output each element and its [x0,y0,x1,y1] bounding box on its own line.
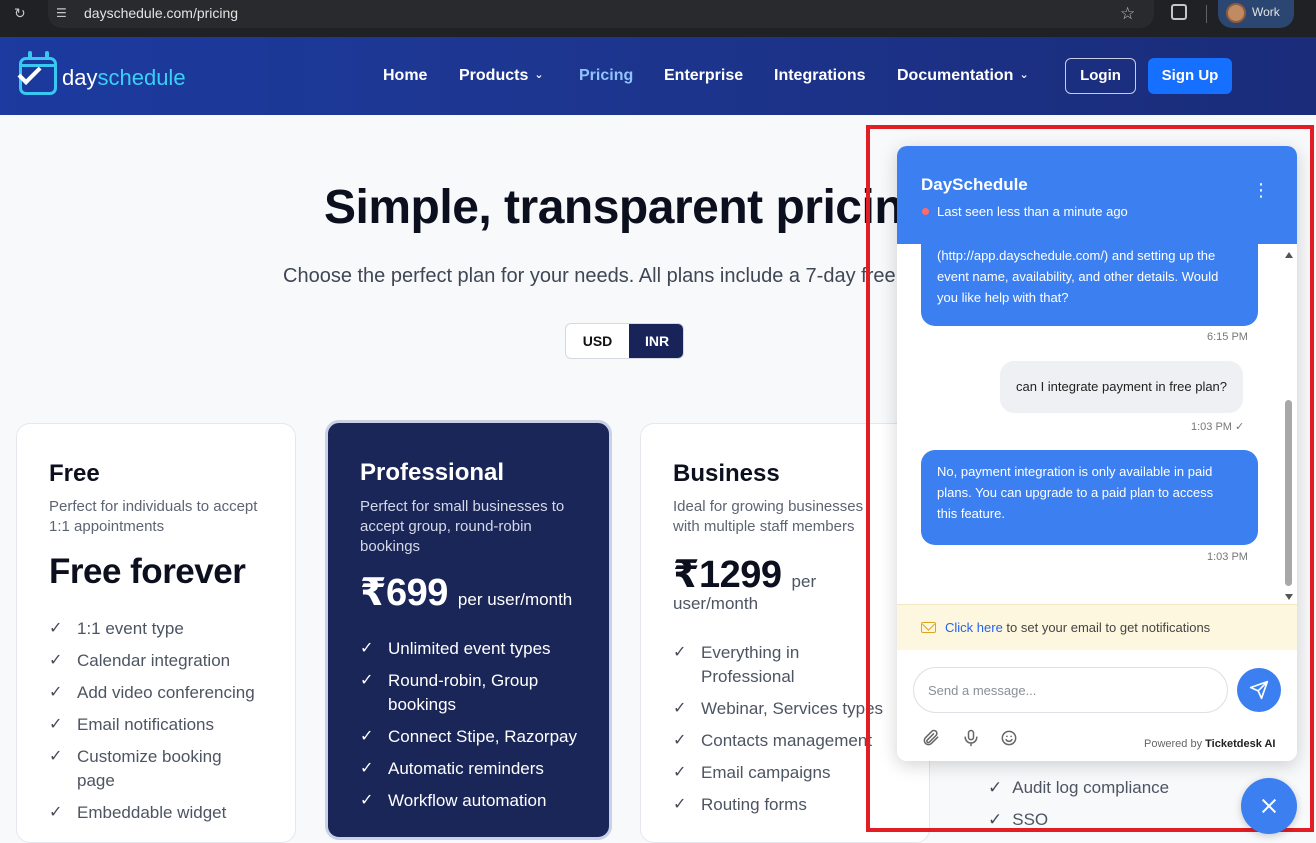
bot-message: No, payment integration is only availabl… [921,450,1258,545]
currency-usd-option[interactable]: USD [566,324,629,358]
chat-title: DaySchedule [921,175,1028,194]
plan-name: Professional [360,459,505,486]
powered-by: Powered by Ticketdesk AI [1144,738,1276,750]
plan-price: Free forever [49,552,246,591]
send-icon [1249,680,1269,700]
signup-button[interactable]: Sign Up [1148,58,1232,94]
plan-description: Perfect for individuals to accept 1:1 app… [49,498,258,535]
plan-description: Ideal for growing businesses with multipl… [673,498,864,535]
check-icon: ✓ [360,792,374,809]
chevron-down-icon: ⌄ [534,69,544,81]
nav-integrations[interactable]: Integrations [774,67,866,85]
message-time: 6:15 PM [1207,331,1248,343]
chat-messages[interactable]: (http://app.dayschedule.com/) and settin… [897,244,1297,604]
browser-toolbar: ↻ ☰ dayschedule.com/pricing ☆ Work [0,0,1316,37]
extensions-icon[interactable] [1171,4,1187,20]
check-icon: ✓ [49,716,63,733]
check-icon: ✓ [673,796,687,813]
scroll-down-arrow-icon[interactable] [1285,594,1293,600]
chat-header: DaySchedule Last seen less than a minute… [897,146,1297,244]
send-button[interactable] [1237,668,1281,712]
plan-card-professional: Professional Perfect for small businesse… [325,420,612,840]
site-settings-icon[interactable]: ☰ [56,6,72,22]
nav-products[interactable]: Products ⌄ [459,67,544,85]
profile-avatar[interactable] [1226,3,1246,23]
check-icon: ✓ [49,684,63,701]
message-time: 1:03 PM ✓ [1191,421,1245,433]
toolbar-divider [1206,5,1207,23]
mail-icon [921,622,936,633]
bot-message: (http://app.dayschedule.com/) and settin… [921,244,1258,326]
user-message: can I integrate payment in free plan? [1000,361,1244,413]
currency-inr-option[interactable]: INR [629,324,683,358]
nav-documentation[interactable]: Documentation ⌄ [897,67,1029,85]
chat-composer: Powered by Ticketdesk AI [897,650,1297,761]
chevron-down-icon: ⌄ [1019,69,1029,81]
logo-wordmark[interactable]: dayschedule [62,65,186,91]
plan-name: Business [673,460,780,487]
plan-price: ₹1299 per [673,554,817,596]
bookmark-star-icon[interactable]: ☆ [1120,4,1135,24]
message-time: 1:03 PM [1207,551,1248,563]
currency-toggle: USD INR [565,323,684,359]
check-icon: ✓ [360,672,374,689]
notification-text: Click here to set your email to get noti… [945,620,1211,635]
check-icon: ✓ [673,764,687,781]
email-notification-banner: Click here to set your email to get noti… [897,604,1297,650]
scroll-up-arrow-icon[interactable] [1285,252,1293,258]
check-icon: ✓ [360,640,374,657]
microphone-icon[interactable] [961,728,981,748]
check-icon: ✓ [360,760,374,777]
plan-description: Perfect for small businesses to accept gr… [360,498,565,555]
price-unit-continued: user/month [673,594,759,613]
message-input[interactable] [913,667,1228,713]
check-icon: ✓ [49,620,63,637]
check-icon: ✓ [49,652,63,669]
page-title: Simple, transparent pricing [324,181,932,234]
url-text[interactable]: dayschedule.com/pricing [84,5,238,21]
chat-widget: DaySchedule Last seen less than a minute… [897,146,1297,761]
check-icon: ✓ [49,748,63,765]
check-icon: ✓ [673,644,687,661]
check-icon: ✓ [673,700,687,717]
nav-home[interactable]: Home [383,67,427,85]
more-options-icon[interactable]: ⋮ [1252,181,1270,199]
attachment-icon[interactable] [921,728,941,748]
nav-enterprise[interactable]: Enterprise [664,67,743,85]
plan-price: ₹699 per user/month [360,572,573,614]
status-dot [922,208,929,215]
site-header: dayschedule Home Products ⌄ Pricing Enter… [0,37,1316,115]
login-button[interactable]: Login [1065,58,1136,94]
nav-pricing[interactable]: Pricing [579,67,633,85]
chat-scrollbar[interactable] [1285,400,1292,586]
reload-icon[interactable]: ↻ [14,6,28,20]
emoji-icon[interactable] [999,728,1019,748]
set-email-link[interactable]: Click here [945,620,1003,635]
plan-name: Free [49,460,100,487]
check-icon: ✓ [49,804,63,821]
close-chat-button[interactable] [1241,778,1297,834]
profile-label[interactable]: Work [1252,5,1280,19]
chat-status: Last seen less than a minute ago [937,204,1128,219]
page-subtitle: Choose the perfect plan for your needs. … [283,265,939,287]
check-icon: ✓ [360,728,374,745]
powered-brand: Ticketdesk AI [1205,738,1276,750]
check-icon: ✓ [673,732,687,749]
plan-card-free: Free Perfect for individuals to accept 1:… [16,423,296,843]
